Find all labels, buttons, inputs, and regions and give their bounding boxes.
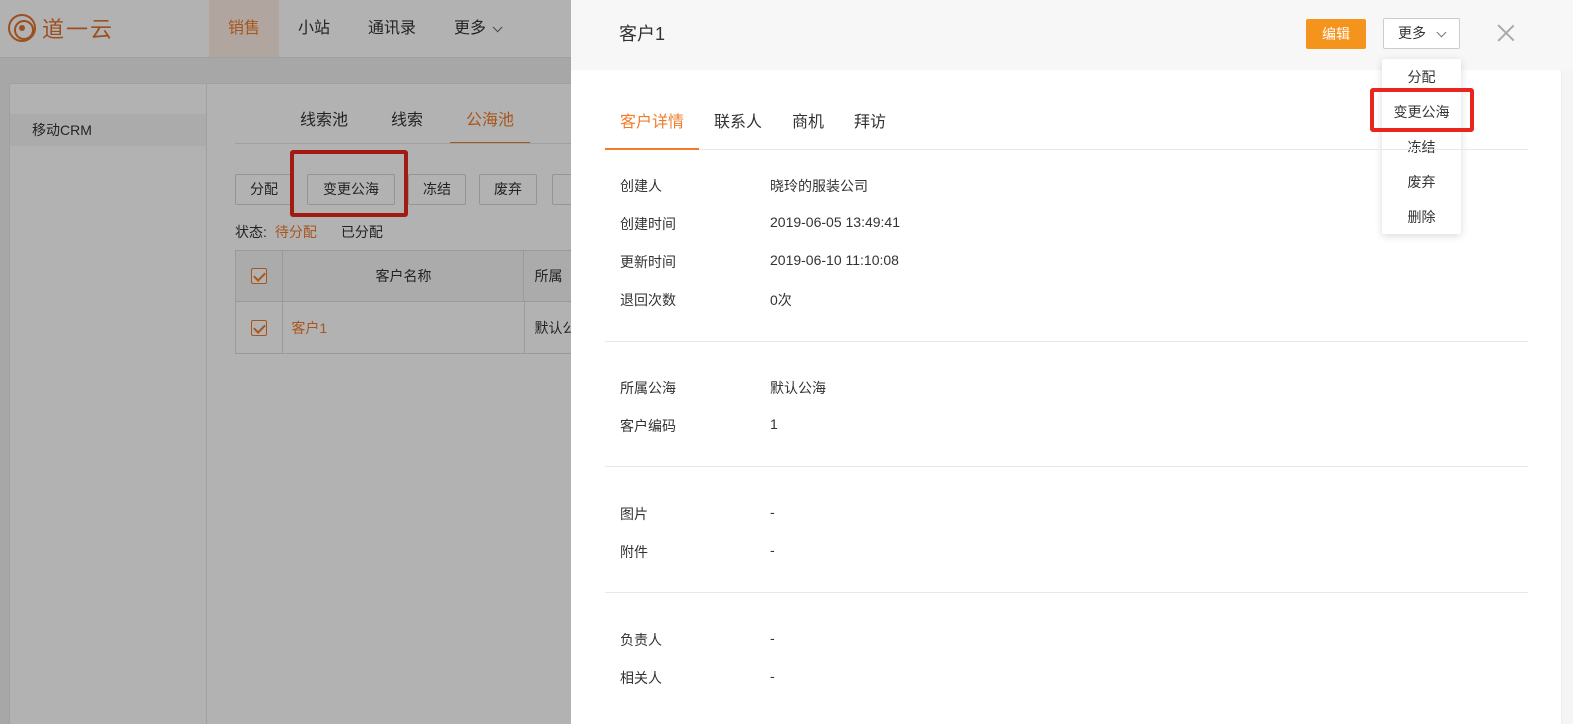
field-label-pool: 所属公海 bbox=[620, 380, 676, 396]
field-label-updated-time: 更新时间 bbox=[620, 254, 676, 270]
field-label-images: 图片 bbox=[620, 506, 648, 522]
field-value-return-count: 0次 bbox=[770, 292, 792, 308]
field-value-owner: - bbox=[770, 630, 775, 646]
field-value-customer-code: 1 bbox=[770, 416, 778, 432]
field-label-created-time: 创建时间 bbox=[620, 216, 676, 232]
customer-drawer: 客户1 编辑 更多 分配 变更公海 冻结 废弃 删除 客户详情 联系人 商机 拜… bbox=[571, 0, 1573, 724]
field-value-updated-time: 2019-06-10 11:10:08 bbox=[770, 252, 899, 268]
field-label-attachments: 附件 bbox=[620, 544, 648, 560]
drawer-title: 客户1 bbox=[619, 24, 666, 44]
field-label-related: 相关人 bbox=[620, 670, 662, 686]
section-divider bbox=[605, 341, 1528, 342]
chevron-down-icon bbox=[1436, 27, 1447, 38]
close-icon[interactable] bbox=[1495, 22, 1517, 44]
section-divider bbox=[605, 592, 1528, 593]
field-value-attachments: - bbox=[770, 542, 775, 558]
section-divider bbox=[605, 466, 1528, 467]
field-value-related: - bbox=[770, 668, 775, 684]
more-button-label: 更多 bbox=[1398, 25, 1426, 41]
field-label-return-count: 退回次数 bbox=[620, 292, 676, 308]
drawer-scrollbar[interactable] bbox=[1561, 70, 1573, 724]
field-label-customer-code: 客户编码 bbox=[620, 418, 676, 434]
field-label-creator: 创建人 bbox=[620, 178, 662, 194]
tab-visits[interactable]: 拜访 bbox=[839, 108, 901, 150]
field-label-owner: 负责人 bbox=[620, 632, 662, 648]
field-value-images: - bbox=[770, 504, 775, 520]
tab-customer-details[interactable]: 客户详情 bbox=[605, 108, 700, 150]
modal-overlay[interactable] bbox=[0, 0, 571, 724]
tab-opportunities[interactable]: 商机 bbox=[777, 108, 839, 150]
field-value-created-time: 2019-06-05 13:49:41 bbox=[770, 214, 900, 230]
edit-button[interactable]: 编辑 bbox=[1306, 19, 1366, 49]
field-value-creator: 晓玲的服装公司 bbox=[770, 178, 868, 194]
field-value-pool: 默认公海 bbox=[770, 380, 826, 396]
more-button[interactable]: 更多 bbox=[1383, 18, 1460, 49]
menu-item-discard[interactable]: 废弃 bbox=[1382, 165, 1461, 200]
menu-item-delete[interactable]: 删除 bbox=[1382, 200, 1461, 235]
detail-tabs: 客户详情 联系人 商机 拜访 bbox=[605, 108, 1528, 150]
tab-contacts[interactable]: 联系人 bbox=[699, 108, 777, 150]
